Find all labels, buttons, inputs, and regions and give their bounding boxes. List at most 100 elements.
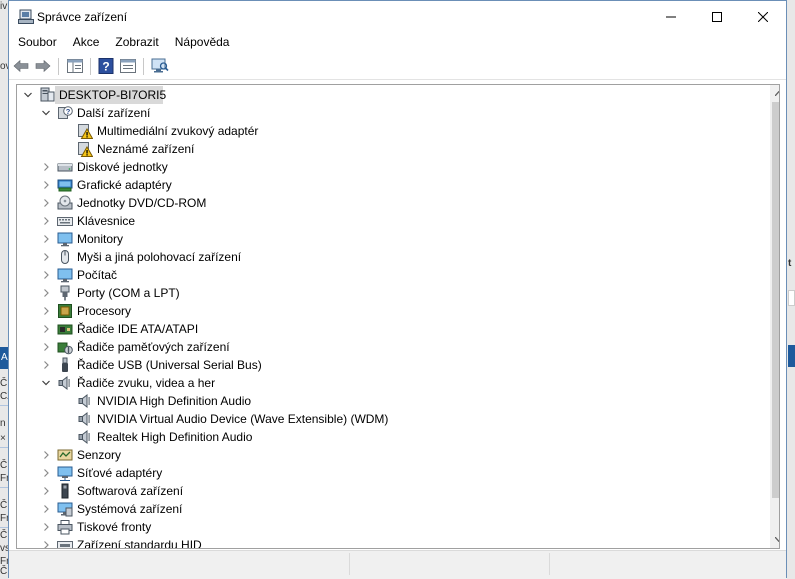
tree-device-item[interactable]: Neznámé zařízení xyxy=(17,140,779,158)
chevron-right-icon[interactable] xyxy=(41,252,51,262)
speaker-icon xyxy=(78,429,90,445)
usb-icon xyxy=(62,357,68,372)
speaker-icon xyxy=(58,375,70,391)
tree-root-item[interactable]: DESKTOP-BI7ORI5 xyxy=(17,86,779,104)
chevron-right-icon[interactable] xyxy=(41,450,51,460)
status-bar xyxy=(9,550,786,579)
tree-category-item[interactable]: Diskové jednotky xyxy=(17,158,779,176)
tree-category-item[interactable]: Síťové adaptéry xyxy=(17,464,779,482)
maximize-button[interactable] xyxy=(694,1,740,32)
menu-soubor[interactable]: Soubor xyxy=(9,32,64,52)
chevron-right-icon[interactable] xyxy=(41,522,51,532)
network-adapter-icon xyxy=(57,466,73,481)
tree-item-label: NVIDIA Virtual Audio Device (Wave Extens… xyxy=(97,412,389,426)
tree-item-label: Diskové jednotky xyxy=(77,160,168,174)
tree-category-item[interactable]: Monitory xyxy=(17,230,779,248)
properties-button[interactable] xyxy=(119,57,137,75)
device-manager-icon xyxy=(18,9,34,24)
tree-category-item[interactable]: Senzory xyxy=(17,446,779,464)
menu-zobrazit[interactable]: Zobrazit xyxy=(106,32,165,52)
tree-category-item[interactable]: Řadiče paměťových zařízení xyxy=(17,338,779,356)
chevron-right-icon[interactable] xyxy=(41,234,51,244)
processor-icon xyxy=(58,304,72,318)
tree-item-label: Řadiče USB (Universal Serial Bus) xyxy=(77,358,262,372)
tree-category-item[interactable]: Tiskové fronty xyxy=(17,518,779,536)
tree-device-item[interactable]: NVIDIA Virtual Audio Device (Wave Extens… xyxy=(17,410,779,428)
chevron-right-icon[interactable] xyxy=(41,270,51,280)
menu-akce[interactable]: Akce xyxy=(64,32,107,52)
chevron-right-icon[interactable] xyxy=(41,162,51,172)
tree-category-item[interactable]: Zařízení standardu HID xyxy=(17,536,779,549)
keyboard-icon xyxy=(57,217,73,226)
tree-category-item[interactable]: Řadiče IDE ATA/ATAPI xyxy=(17,320,779,338)
tree-item-label: Počítač xyxy=(77,268,118,282)
chevron-down-icon[interactable] xyxy=(41,108,51,118)
chevron-right-icon[interactable] xyxy=(41,180,51,190)
back-button[interactable] xyxy=(12,57,30,75)
tree-item-label: Softwarová zařízení xyxy=(77,484,184,498)
tree-category-item[interactable]: ? Další zařízení xyxy=(17,104,779,122)
minimize-button[interactable] xyxy=(648,1,694,32)
scroll-up-button[interactable] xyxy=(770,85,779,102)
maximize-icon xyxy=(712,11,722,22)
window-title: Správce zařízení xyxy=(37,10,128,24)
tree-item-label: Klávesnice xyxy=(77,214,136,228)
tree-item-label: Multimediální zvukový adaptér xyxy=(97,124,259,138)
chevron-right-icon[interactable] xyxy=(41,216,51,226)
chevron-right-icon[interactable] xyxy=(41,288,51,298)
help-button[interactable]: ? xyxy=(97,57,115,75)
warning-device-icon xyxy=(78,142,93,157)
tree-category-item[interactable]: Jednotky DVD/CD-ROM xyxy=(17,194,779,212)
chevron-right-icon[interactable] xyxy=(41,468,51,478)
svg-text:?: ? xyxy=(66,107,71,116)
tree-category-item[interactable]: Myši a jiná polohovací zařízení xyxy=(17,248,779,266)
chevron-right-icon[interactable] xyxy=(41,540,51,549)
menu-napoveda[interactable]: Nápověda xyxy=(166,32,237,52)
title-bar[interactable]: Správce zařízení xyxy=(9,1,786,32)
device-tree[interactable]: DESKTOP-BI7ORI5? Další zařízení Multimediá… xyxy=(16,84,780,549)
tree-category-item[interactable]: Softwarová zařízení xyxy=(17,482,779,500)
tree-item-label: Porty (COM a LPT) xyxy=(77,286,180,300)
tree-category-item[interactable]: Procesory xyxy=(17,302,779,320)
show-hide-console-tree-button[interactable] xyxy=(66,57,84,75)
chevron-right-icon[interactable] xyxy=(41,324,51,334)
toolbar: ? xyxy=(9,53,786,80)
chevron-right-icon[interactable] xyxy=(41,486,51,496)
tree-category-item[interactable]: Porty (COM a LPT) xyxy=(17,284,779,302)
chevron-right-icon[interactable] xyxy=(41,342,51,352)
tree-item-label: Jednotky DVD/CD-ROM xyxy=(77,196,207,210)
chevron-down-icon[interactable] xyxy=(23,90,33,100)
tree-category-item[interactable]: Řadiče zvuku, videa a her xyxy=(17,374,779,392)
display-adapter-icon xyxy=(57,179,73,192)
tree-category-item[interactable]: Klávesnice xyxy=(17,212,779,230)
toolbar-separator xyxy=(58,58,59,75)
tree-category-item[interactable]: Počítač xyxy=(17,266,779,284)
vertical-scrollbar[interactable] xyxy=(770,85,779,548)
tree-category-item[interactable]: Řadiče USB (Universal Serial Bus) xyxy=(17,356,779,374)
tree-item-label: Senzory xyxy=(77,448,122,462)
mouse-icon xyxy=(61,250,69,264)
bg-text: A xyxy=(1,352,8,363)
scan-hardware-changes-button[interactable] xyxy=(151,57,169,75)
scroll-thumb[interactable] xyxy=(772,102,779,498)
tree-device-item[interactable]: Multimediální zvukový adaptér xyxy=(17,122,779,140)
tree-item-label: Síťové adaptéry xyxy=(77,466,163,480)
tree-category-item[interactable]: Grafické adaptéry xyxy=(17,176,779,194)
tree-device-item[interactable]: Realtek High Definition Audio xyxy=(17,428,779,446)
tree-category-item[interactable]: Systémová zařízení xyxy=(17,500,779,518)
tree-item-label: Řadiče IDE ATA/ATAPI xyxy=(77,322,199,336)
hid-icon xyxy=(57,541,73,548)
chevron-right-icon[interactable] xyxy=(41,360,51,370)
chevron-right-icon[interactable] xyxy=(41,306,51,316)
tree-item-label: Tiskové fronty xyxy=(77,520,152,534)
help-icon: ? xyxy=(98,58,114,74)
close-button[interactable] xyxy=(740,1,786,32)
tree-device-item[interactable]: NVIDIA High Definition Audio xyxy=(17,392,779,410)
speaker-icon xyxy=(78,393,90,409)
tree-item-label: Procesory xyxy=(77,304,132,318)
chevron-down-icon[interactable] xyxy=(41,378,51,388)
forward-button[interactable] xyxy=(34,57,52,75)
chevron-right-icon[interactable] xyxy=(41,504,51,514)
scroll-down-button[interactable] xyxy=(770,531,779,548)
chevron-right-icon[interactable] xyxy=(41,198,51,208)
